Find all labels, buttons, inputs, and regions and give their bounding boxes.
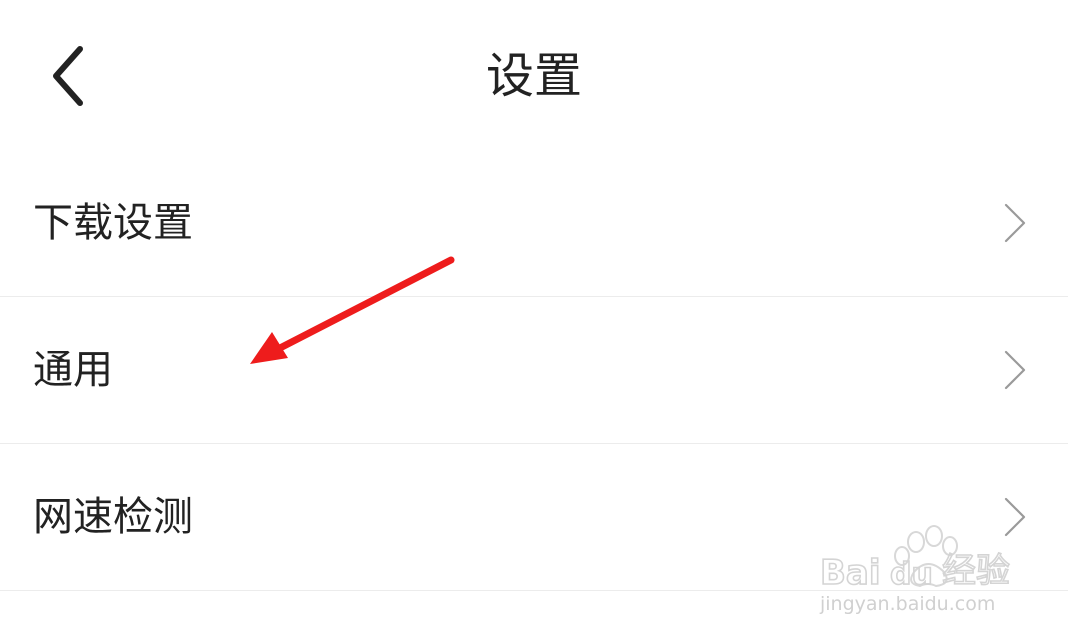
- menu-item-label: 网速检测: [33, 494, 193, 540]
- settings-menu: 下载设置 通用 网速检测: [0, 150, 1068, 591]
- chevron-right-icon: [1004, 350, 1026, 390]
- chevron-right-icon: [1004, 497, 1026, 537]
- svg-text:jingyan.baidu.com: jingyan.baidu.com: [819, 593, 995, 615]
- menu-item-label: 通用: [33, 347, 113, 393]
- page-title: 设置: [485, 48, 582, 104]
- top-bar: 设置: [0, 0, 1068, 150]
- chevron-right-icon: [1004, 203, 1026, 243]
- menu-item-download-settings[interactable]: 下载设置: [0, 150, 1068, 297]
- menu-item-label: 下载设置: [33, 200, 193, 246]
- menu-item-network-speed-test[interactable]: 网速检测: [0, 444, 1068, 591]
- menu-item-general[interactable]: 通用: [0, 297, 1068, 444]
